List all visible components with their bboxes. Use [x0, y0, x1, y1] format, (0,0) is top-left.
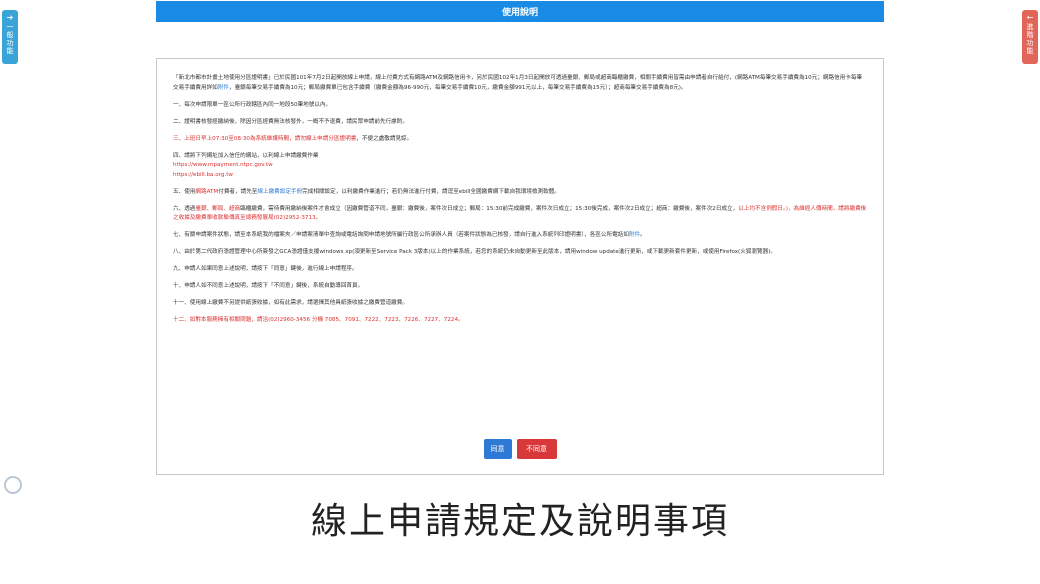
advanced-functions-tab[interactable]: ← 進 階 功 能 [1022, 10, 1038, 64]
maintenance-time-text: 三、上班日早上07:30至08:30為系統維護時間， [173, 135, 295, 142]
rule-item-7: 七、有關申請案件狀態，請至本系統我的檔案夾／申請案清單中查詢或電話詢問申請地號所… [173, 231, 867, 241]
rule-item-2: 二、證明書核發經繳納後，除因分區經費無法核發外，一概不予退費，請民眾申請前先行慮… [173, 118, 408, 125]
action-buttons: 同意 不同意 [157, 439, 883, 459]
rule-item-8: 八、由於第二代政府憑證管理中心所簽發之GCA憑證僅支援windows xp(須更… [173, 249, 776, 255]
tab-char: 進 [1026, 23, 1034, 31]
rule-item-6: 六、透過臺銀、郵局、超商臨櫃繳費，需待費用繳納後案件才會成立（因繳費管道不同，臺… [173, 205, 867, 224]
payment-setup-manual-link[interactable]: 線上繳費設定手冊 [257, 189, 302, 195]
item7-text: 七、有關申請案件狀態，請至本系統我的檔案夾／申請案清單中查詢或電話詢問申請地號所… [173, 232, 629, 238]
counter-channels-text: 臺銀、郵局、超商 [195, 205, 241, 212]
trusted-url-1[interactable]: https://www.mpayment.ntpc.gov.tw [173, 161, 867, 171]
instructions-panel: 「新北市都市計畫土地使用分區證明書」已於民國101年7月2日起開放線上申請，線上… [156, 58, 884, 475]
rule-item-10: 十、申請人如不同意上述說明，請按下「不同意」鍵後，系統自動導回首頁。 [173, 283, 364, 289]
item7-text: 。 [640, 232, 646, 238]
rule-item-12: 十二、如對本服務擁有相關問題，請洽(02)2960-3456 分機 7085、7… [173, 317, 464, 323]
rule-item-4: 四、請將下列網址加入信任的網站，以利線上申請繳費作業 [173, 152, 319, 159]
item5-text: 完成相關設定，以利繳費作業進行；若仍無法進行付費，請逕至ebill全國繳費網下載… [302, 188, 560, 195]
intro-paragraph: 「新北市都市計畫土地使用分區證明書」已於民國101年7月2日起開放線上申請，線上… [173, 74, 867, 93]
page-title-bar: 使用說明 [156, 1, 884, 22]
intro-tail-text: ，臺銀每筆交易手續費為10元；郵局繳費單已包含手續費（繳費金額為96-990元，… [228, 84, 687, 91]
rule-item-5: 五、使用網路ATM付費者，請先至線上繳費設定手冊完成相關設定，以利繳費作業進行；… [173, 188, 867, 198]
agree-button[interactable]: 同意 [483, 439, 512, 459]
fee-attachment-link[interactable]: 附件 [218, 85, 229, 91]
tab-char: 功 [6, 39, 14, 47]
maintenance-warning-text: 請勿線上申請分區證明書 [294, 135, 357, 142]
rule-item-11: 十一、使用線上繳費不另提供紙張收據，如有此需求，請選擇其他具紙張收據之繳費管道繳… [173, 300, 408, 306]
tab-char: 能 [6, 47, 14, 55]
item5-text: 付費者，請先至 [218, 188, 258, 195]
arrow-right-icon: ➜ [6, 13, 14, 22]
item6-text: 臨櫃繳費，需待費用繳納後案件才會成立（因繳費管道不同，臺銀：繳費後，案件次日成立… [240, 205, 739, 212]
item5-text: 五、使用 [173, 188, 196, 195]
rule-item-3: 三、上班日早上07:30至08:30為系統維護時間，請勿線上申請分區證明書，不便… [173, 135, 867, 145]
arrow-left-icon: ← [1026, 13, 1034, 22]
tab-char: 功 [1026, 39, 1034, 47]
item6-text: 六、透過 [173, 205, 196, 212]
page-title: 使用說明 [501, 8, 538, 18]
tab-char: 般 [6, 31, 14, 39]
tab-char: 一 [6, 23, 14, 31]
maintenance-note-text: ，不便之處敬請見諒。 [356, 135, 413, 142]
rule-item-1: 一、每次申請限單一區公所行政轄區內同一地段50筆地號以內。 [173, 101, 332, 108]
rule-item-9: 九、申請人如果同意上述說明，請按下「同意」鍵後，進行線上申請程序。 [173, 266, 358, 272]
atm-text: 網路ATM [195, 188, 219, 195]
general-functions-tab[interactable]: ➜ 一 般 功 能 [2, 10, 18, 64]
slide-caption: 線上申請規定及說明事項 [310, 501, 729, 542]
tab-char: 階 [1026, 31, 1034, 39]
tab-char: 能 [1026, 47, 1034, 55]
disagree-button[interactable]: 不同意 [516, 439, 557, 459]
district-phone-attachment-link[interactable]: 附件 [629, 232, 640, 238]
trusted-url-2[interactable]: https://ebill.ba.org.tw [173, 171, 867, 181]
